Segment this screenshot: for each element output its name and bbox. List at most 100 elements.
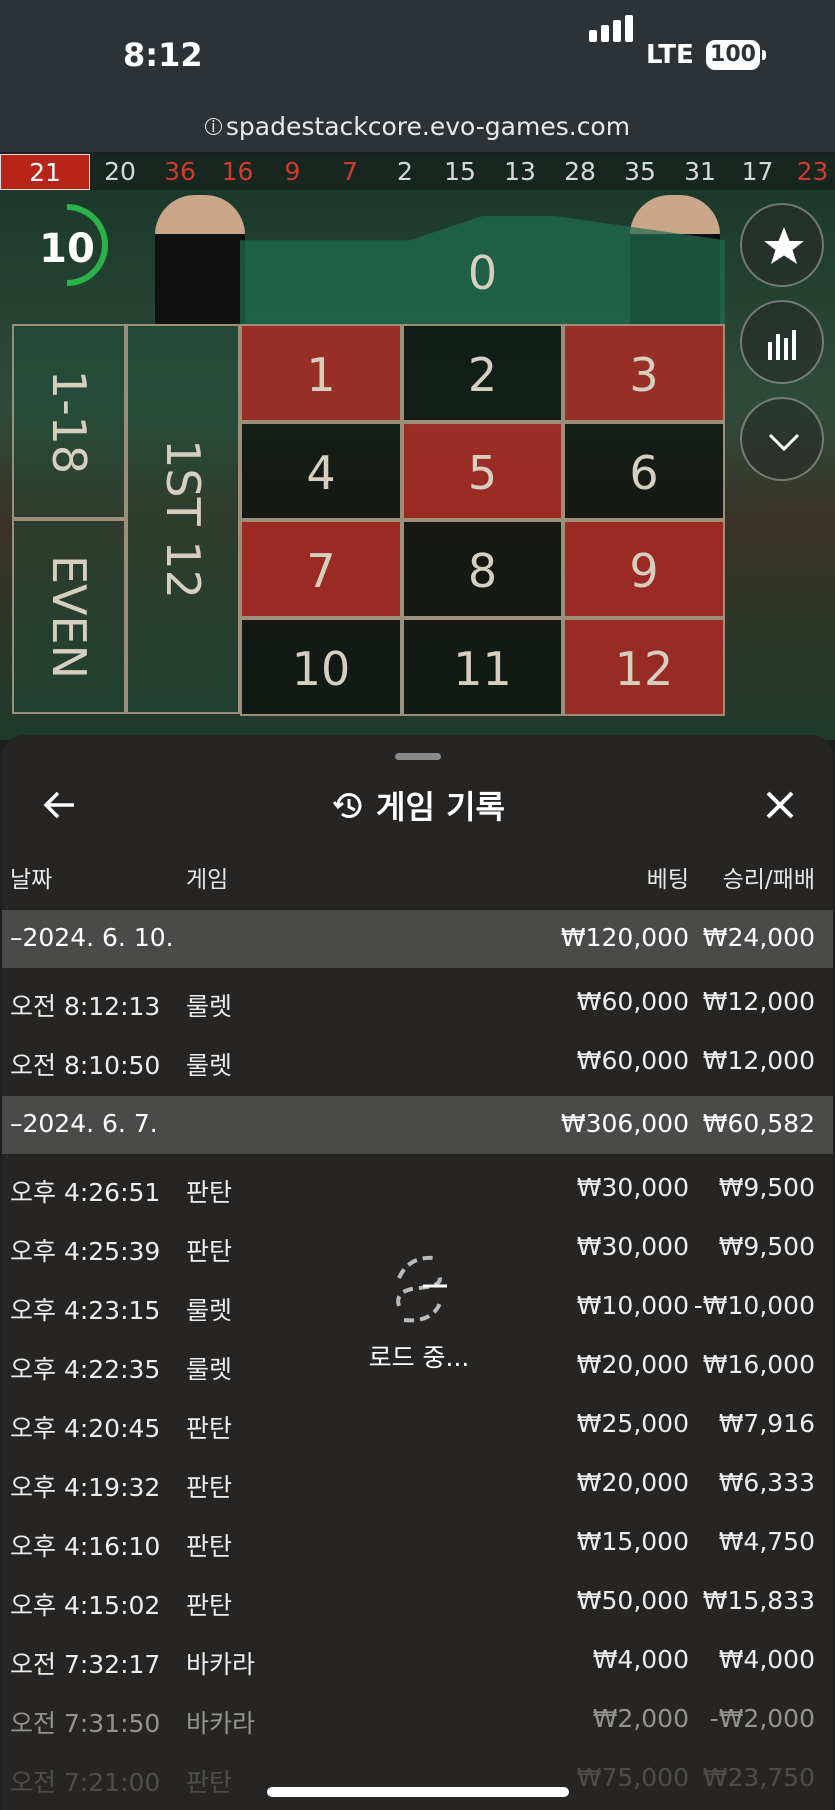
close-icon[interactable] <box>758 783 802 827</box>
bet-spot-number[interactable]: 8 <box>402 520 563 618</box>
group-winloss: ₩60,582 <box>702 1109 815 1138</box>
row-time: 오후 4:23:15 <box>10 1296 161 1325</box>
row-bet: ₩50,000 <box>576 1586 689 1615</box>
star-icon <box>764 227 804 264</box>
history-row[interactable]: 오후 4:20:45 판탄 ₩25,000 ₩7,916 <box>2 1395 833 1454</box>
row-time: 오후 4:15:02 <box>10 1591 161 1620</box>
row-time: 오후 4:20:45 <box>10 1414 161 1443</box>
history-row[interactable]: 오후 4:16:10 판탄 ₩15,000 ₩4,750 <box>2 1513 833 1572</box>
col-winloss: 승리/패배 <box>722 867 815 893</box>
row-time: 오전 7:32:17 <box>10 1650 161 1679</box>
row-time: 오전 7:21:00 <box>10 1768 161 1797</box>
row-winloss: ₩6,333 <box>718 1468 815 1497</box>
bet-spot-number[interactable]: 12 <box>563 618 725 716</box>
row-time: 오후 4:16:10 <box>10 1532 161 1561</box>
row-winloss: ₩12,000 <box>702 987 815 1016</box>
row-bet: ₩30,000 <box>576 1232 689 1261</box>
history-row[interactable]: 오후 4:19:32 판탄 ₩20,000 ₩6,333 <box>2 1454 833 1513</box>
row-bet: ₩60,000 <box>576 987 689 1016</box>
result-number: 7 <box>342 157 358 186</box>
result-number: 23 <box>796 157 829 186</box>
bet-spot-1-18[interactable]: 1-18 <box>12 324 126 519</box>
bet-spot-number[interactable]: 3 <box>563 324 725 422</box>
row-bet: ₩75,000 <box>576 1763 689 1792</box>
statistics-icon <box>768 330 796 360</box>
row-game: 판탄 <box>186 1532 233 1561</box>
history-row[interactable]: 오전 7:21:00 판탄 ₩75,000 ₩23,750 <box>2 1749 833 1808</box>
bet-spot-number[interactable]: 9 <box>563 520 725 618</box>
recent-results-strip: 21 20 36 16 9 7 2 15 13 28 35 31 17 23 <box>0 154 835 190</box>
countdown-timer: 10 <box>39 226 95 272</box>
group-winloss: ₩24,000 <box>702 923 815 952</box>
row-winloss: ₩12,000 <box>702 1046 815 1075</box>
row-winloss: ₩16,000 <box>702 1350 815 1379</box>
history-row[interactable]: 오전 7:31:50 바카라 ₩2,000 -₩2,000 <box>2 1690 833 1749</box>
row-bet: ₩15,000 <box>576 1527 689 1556</box>
history-row[interactable]: 오후 4:15:02 판탄 ₩50,000 ₩15,833 <box>2 1572 833 1631</box>
chevron-down-icon <box>768 433 800 452</box>
history-row[interactable]: 오전 8:12:13 룰렛 ₩60,000 ₩12,000 <box>2 973 833 1032</box>
row-winloss: ₩9,500 <box>718 1232 815 1261</box>
result-number: 36 <box>164 157 196 186</box>
row-bet: ₩60,000 <box>576 1046 689 1075</box>
row-winloss: ₩23,750 <box>702 1763 815 1792</box>
dealer-figure <box>155 195 245 325</box>
bet-spot-number[interactable]: 2 <box>402 324 563 422</box>
row-winloss: ₩4,750 <box>718 1527 815 1556</box>
side-label: EVEN <box>42 554 96 679</box>
row-time: 오후 4:22:35 <box>10 1355 161 1384</box>
row-bet: ₩10,000 <box>576 1291 689 1320</box>
result-number: 28 <box>564 157 596 186</box>
drag-handle[interactable] <box>395 753 441 760</box>
bet-spot-number[interactable]: 11 <box>402 618 563 716</box>
bet-spot-1st-12[interactable]: 1ST 12 <box>126 324 240 714</box>
bet-spot-number[interactable]: 7 <box>240 520 402 618</box>
row-winloss: ₩9,500 <box>718 1173 815 1202</box>
row-time: 오전 7:31:50 <box>10 1709 161 1738</box>
group-date: –2024. 6. 10. <box>10 923 174 952</box>
side-label: 1ST 12 <box>156 439 210 599</box>
group-bet: ₩120,000 <box>560 923 689 952</box>
date-group-header[interactable]: –2024. 6. 7. ₩306,000 ₩60,582 <box>2 1096 833 1154</box>
row-time: 오후 4:19:32 <box>10 1473 161 1502</box>
result-number: 2 <box>397 157 413 186</box>
bet-spot-number[interactable]: 5 <box>402 422 563 520</box>
result-number: 17 <box>741 157 774 186</box>
col-bet: 베팅 <box>646 867 689 893</box>
result-number: 9 <box>284 157 301 186</box>
history-row[interactable]: 오후 4:26:51 판탄 ₩30,000 ₩9,500 <box>2 1159 833 1218</box>
row-bet: ₩4,000 <box>592 1645 689 1674</box>
url-bar[interactable]: i spadestackcore.evo-games.com <box>0 112 835 141</box>
history-icon <box>332 793 362 818</box>
result-number: 35 <box>624 157 656 186</box>
row-game: 룰렛 <box>186 1296 233 1325</box>
game-history-panel: 게임 기록 날짜 게임 베팅 승리/패배 –2024. 6. 10. ₩120,0… <box>2 735 833 1810</box>
row-game: 판탄 <box>186 1591 233 1620</box>
result-number: 21 <box>0 154 90 190</box>
history-row[interactable]: 오전 8:10:50 룰렛 ₩60,000 ₩12,000 <box>2 1032 833 1091</box>
col-game: 게임 <box>186 867 229 893</box>
bet-spot-number[interactable]: 6 <box>563 422 725 520</box>
collapse-button[interactable] <box>740 397 824 481</box>
bet-spot-number[interactable]: 10 <box>240 618 402 716</box>
row-bet: ₩25,000 <box>576 1409 689 1438</box>
loading-text: 로드 중... <box>368 1343 470 1372</box>
bet-spot-number[interactable]: 4 <box>240 422 402 520</box>
row-game: 룰렛 <box>186 992 233 1021</box>
result-number: 31 <box>684 157 716 186</box>
bet-spot-even[interactable]: EVEN <box>12 519 126 714</box>
statistics-button[interactable] <box>740 300 824 384</box>
result-number: 15 <box>444 157 476 186</box>
bet-spot-number[interactable]: 1 <box>240 324 402 422</box>
battery-icon: 100 <box>706 40 760 70</box>
home-indicator[interactable] <box>267 1787 569 1797</box>
favorite-button[interactable] <box>740 203 824 287</box>
row-game: 룰렛 <box>186 1051 233 1080</box>
result-number: 13 <box>504 157 536 186</box>
col-date: 날짜 <box>10 867 53 893</box>
row-winloss: ₩7,916 <box>718 1409 815 1438</box>
date-group-header[interactable]: –2024. 6. 10. ₩120,000 ₩24,000 <box>2 910 833 968</box>
loading-spinner-icon <box>396 1255 447 1323</box>
row-time: 오전 8:12:13 <box>10 992 161 1021</box>
history-row[interactable]: 오전 7:32:17 바카라 ₩4,000 ₩4,000 <box>2 1631 833 1690</box>
